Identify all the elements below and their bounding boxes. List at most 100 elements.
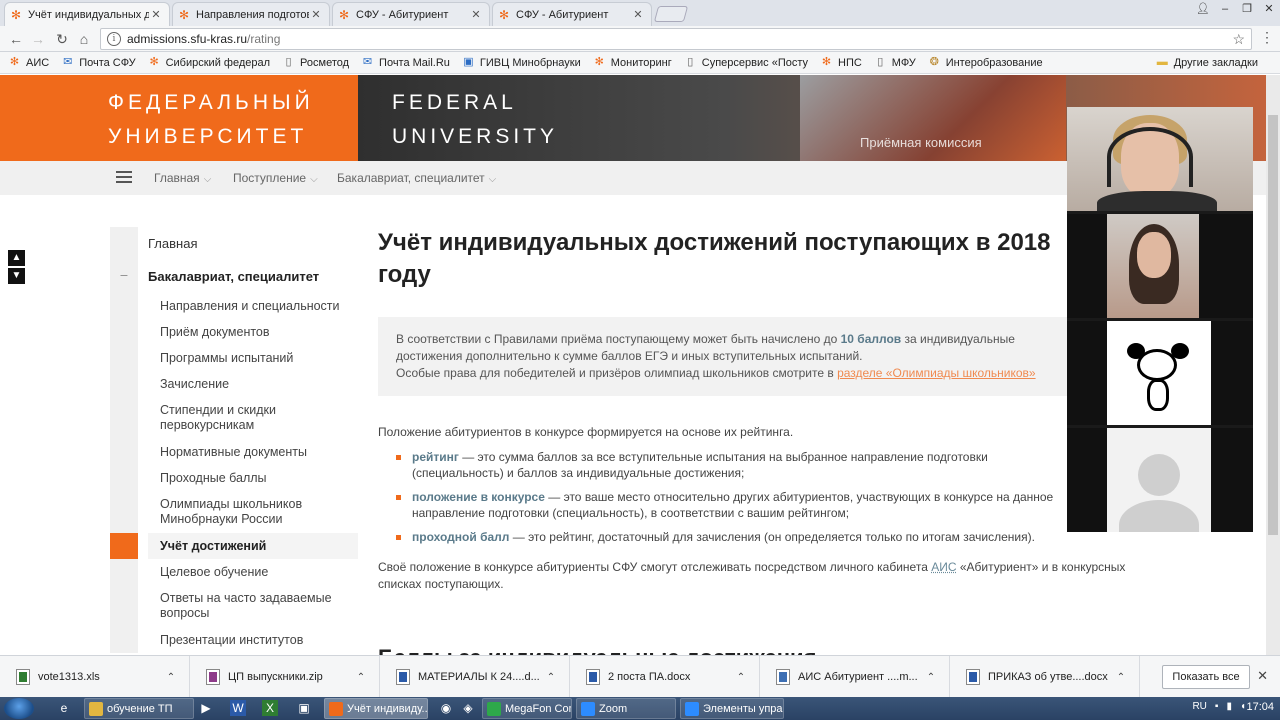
tab-active[interactable]: ✻ Учёт индивидуальных д ✕	[4, 2, 170, 26]
tab[interactable]: ✻ Направления подготов ✕	[172, 2, 330, 26]
menu-icon[interactable]: ⋮	[1260, 29, 1274, 46]
info-icon[interactable]: i	[107, 32, 121, 46]
volume-icon[interactable]: ◖	[1240, 701, 1246, 712]
home-icon[interactable]: ⌂	[74, 29, 94, 49]
close-icon[interactable]: ✕	[1257, 668, 1268, 684]
bookmark-givc[interactable]: ▣ ГИВЦ Минобрнауки	[462, 56, 581, 69]
download-item[interactable]: АИС Абитуриент ....m... ⌃	[760, 656, 950, 698]
sidebar-item-enrollment[interactable]: Зачисление	[110, 371, 358, 397]
user-icon[interactable]: 👤︎	[1192, 0, 1214, 18]
bookmark-mail-sfu[interactable]: ✉ Почта СФУ	[61, 56, 136, 69]
ie-icon[interactable]: e	[56, 700, 72, 716]
page-scrollbar[interactable]	[1266, 75, 1280, 655]
video-tile[interactable]	[1067, 321, 1253, 425]
taskbar-item[interactable]: обучение ТП	[84, 698, 194, 719]
hero-photo-label: Приёмная комиссия	[860, 135, 982, 150]
download-item[interactable]: ЦП выпускники.zip ⌃	[190, 656, 380, 698]
download-item[interactable]: ПРИКАЗ об утве....docx ⌃	[950, 656, 1140, 698]
close-icon[interactable]: ✕	[149, 8, 163, 21]
close-icon[interactable]: ✕	[631, 8, 645, 21]
chevron-up-icon[interactable]: ⌃	[733, 672, 749, 683]
video-tile[interactable]	[1067, 428, 1253, 532]
close-icon[interactable]: ✕	[309, 8, 323, 21]
word-icon[interactable]: W	[230, 700, 246, 716]
close-icon[interactable]: ✕	[469, 8, 483, 21]
sidebar-item-olympiads[interactable]: Олимпиады школьников Минобрнауки России	[110, 491, 358, 533]
breadcrumb-item[interactable]: Бакалавриат, специалитет ⌵	[337, 171, 496, 185]
list-item: проходной балл — это рейтинг, достаточны…	[396, 529, 1078, 545]
bookmark-sfu[interactable]: ✻ Сибирский федерал	[148, 56, 270, 69]
media-icon[interactable]: ▶	[198, 700, 214, 716]
close-window-icon[interactable]: ✕	[1258, 0, 1280, 18]
clock[interactable]: 17:04	[1246, 701, 1274, 713]
bookmark-star-icon[interactable]: ☆	[1232, 31, 1245, 48]
ais-abbr[interactable]: АИС	[931, 560, 956, 574]
url-input[interactable]: i admissions.sfu-kras.ru/rating ☆	[100, 28, 1252, 50]
taskbar-item[interactable]: Элементы упра...	[680, 698, 784, 719]
chevron-up-icon[interactable]: ⌃	[543, 672, 559, 683]
sidebar-item-documents[interactable]: Приём документов	[110, 319, 358, 345]
bookmark-mailru[interactable]: ✉ Почта Mail.Ru	[361, 56, 450, 69]
download-item[interactable]: 2 поста ПА.docx ⌃	[570, 656, 760, 698]
scroll-up-icon[interactable]: ▲	[8, 250, 25, 266]
collapse-icon[interactable]: –	[110, 260, 138, 293]
download-item[interactable]: vote1313.xls ⌃	[0, 656, 190, 698]
back-icon[interactable]: ←	[6, 29, 26, 49]
breadcrumb-item[interactable]: Главная ⌵	[154, 171, 211, 185]
chevron-up-icon[interactable]: ⌃	[353, 672, 369, 683]
bookmark-mfu[interactable]: ▯ МФУ	[874, 56, 915, 69]
maximize-icon[interactable]: ❐	[1236, 0, 1258, 18]
bookmark-monitoring[interactable]: ✻ Мониторинг	[593, 56, 672, 69]
sidebar-item-bachelor[interactable]: – Бакалавриат, специалитет	[110, 260, 358, 293]
taskbar-item-browser[interactable]: Учёт индивиду...	[324, 698, 428, 719]
app-icon[interactable]: ◈	[460, 700, 476, 716]
sidebar-item-achievements[interactable]: Учёт достижений	[110, 533, 358, 559]
save-icon[interactable]: ▣	[296, 700, 312, 716]
sidebar-item-directions[interactable]: Направления и специальности	[110, 293, 358, 319]
scrollbar-thumb[interactable]	[1268, 115, 1278, 535]
taskbar-label: Учёт индивиду...	[347, 702, 428, 715]
excel-icon[interactable]: X	[262, 700, 278, 716]
sidebar-item-regulations[interactable]: Нормативные документы	[110, 439, 358, 465]
bookmark-ais[interactable]: ✻ АИС	[8, 56, 49, 69]
bookmark-rosmetod[interactable]: ▯ Росметод	[282, 56, 350, 69]
video-tile[interactable]	[1067, 214, 1253, 318]
chrome-icon[interactable]: ◉	[438, 700, 454, 716]
tab[interactable]: ✻ СФУ - Абитуриент ✕	[332, 2, 490, 26]
chevron-up-icon[interactable]: ⌃	[923, 672, 939, 683]
network-icon[interactable]: ▮	[1226, 701, 1232, 712]
scroll-down-icon[interactable]: ▼	[8, 268, 25, 284]
new-tab-button[interactable]	[653, 6, 689, 22]
taskbar-item[interactable]: Zoom	[576, 698, 676, 719]
chevron-up-icon[interactable]: ⌃	[163, 672, 179, 683]
video-tile[interactable]	[1067, 107, 1253, 211]
download-item[interactable]: МАТЕРИАЛЫ К 24....d... ⌃	[380, 656, 570, 698]
chevron-up-icon[interactable]: ⌃	[1113, 672, 1129, 683]
menu-burger-icon[interactable]	[116, 171, 132, 185]
bookmark-nps[interactable]: ✻ НПС	[820, 56, 862, 69]
start-button[interactable]	[4, 698, 34, 719]
tray-icon[interactable]: ▪	[1215, 701, 1219, 712]
language-indicator[interactable]: RU	[1192, 701, 1206, 712]
forward-icon[interactable]: →	[28, 29, 48, 49]
taskbar-label: Zoom	[599, 702, 628, 715]
breadcrumb-item[interactable]: Поступление ⌵	[233, 171, 318, 185]
sidebar-item-presentations[interactable]: Презентации институтов	[110, 627, 358, 653]
bookmark-superservice[interactable]: ▯ Суперсервис «Посту	[684, 56, 808, 69]
sidebar-item-label: Приём документов	[160, 325, 270, 339]
sidebar-item-scholarships[interactable]: Стипендии и скидки первокурсникам	[110, 397, 358, 439]
hero-title-ru-1: ФЕДЕРАЛЬНЫЙ	[108, 91, 314, 114]
sidebar-item-programs[interactable]: Программы испытаний	[110, 345, 358, 371]
show-all-button[interactable]: Показать все	[1162, 665, 1250, 689]
other-bookmarks[interactable]: ▬ Другие закладки	[1156, 56, 1258, 69]
sidebar-item-passing-scores[interactable]: Проходные баллы	[110, 465, 358, 491]
bookmark-interobr[interactable]: ❂ Интеробразование	[928, 56, 1043, 69]
sidebar-item-faq[interactable]: Ответы на часто задаваемые вопросы	[110, 585, 358, 627]
taskbar-item[interactable]: MegaFon Com...	[482, 698, 572, 719]
tab[interactable]: ✻ СФУ - Абитуриент ✕	[492, 2, 652, 26]
reload-icon[interactable]: ↻	[52, 29, 72, 49]
olympiads-link[interactable]: разделе «Олимпиады школьников»	[837, 366, 1036, 380]
sidebar-item-targeted[interactable]: Целевое обучение	[110, 559, 358, 585]
minimize-icon[interactable]: –	[1214, 0, 1236, 18]
sidebar-item-home[interactable]: Главная	[110, 227, 358, 260]
